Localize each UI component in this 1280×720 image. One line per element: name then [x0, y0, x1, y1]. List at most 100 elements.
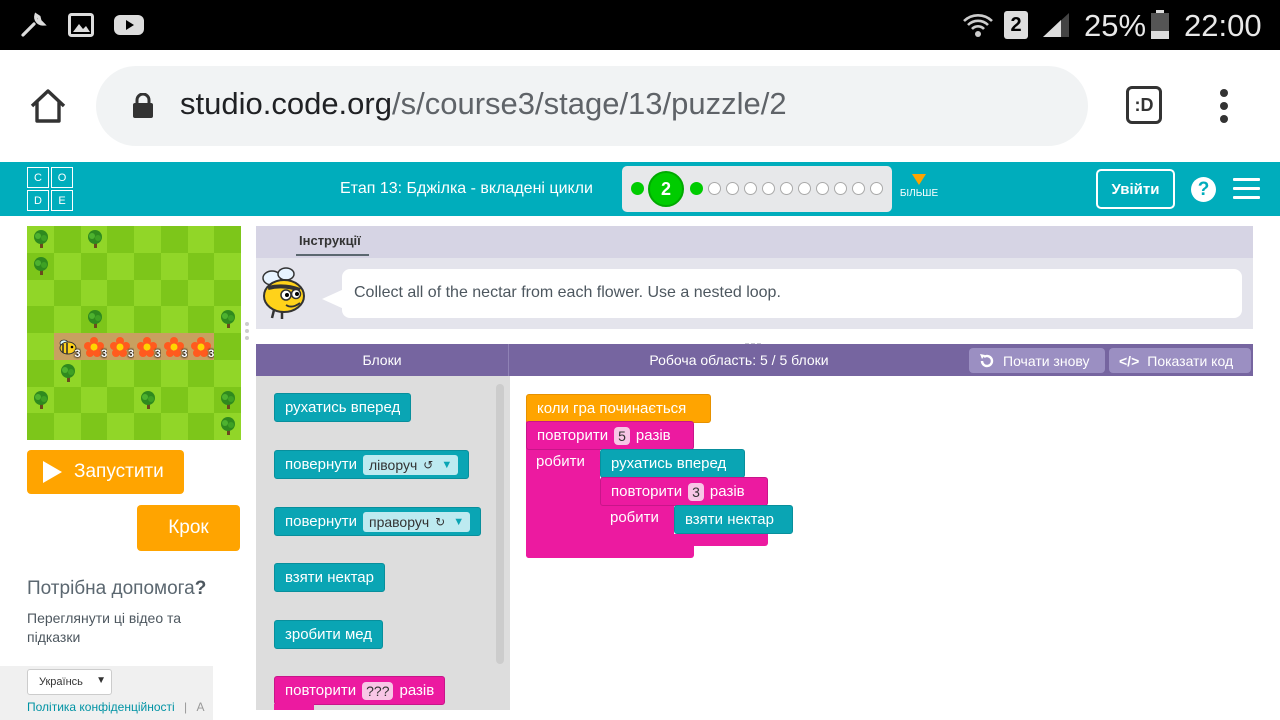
- help-text: Переглянути ці відео та підказки: [27, 610, 182, 645]
- maze-cell: [27, 226, 54, 253]
- move-forward-block[interactable]: рухатись вперед: [600, 449, 745, 478]
- maze-cell: [80, 359, 108, 387]
- maze-cell: [134, 386, 161, 414]
- toolbox-block-get-nectar[interactable]: взяти нектар: [274, 563, 385, 592]
- panel-resize-handle[interactable]: [245, 322, 249, 344]
- turn-direction-dropdown[interactable]: праворуч ↻ ▼: [362, 511, 471, 532]
- progress-dot[interactable]: [834, 182, 847, 195]
- instructions-resize-grip[interactable]: [745, 334, 765, 347]
- step-button[interactable]: Крок: [137, 505, 240, 551]
- outer-repeat-count-field[interactable]: 5: [614, 426, 630, 445]
- maze-cell: 3: [80, 333, 108, 360]
- inner-repeat-block[interactable]: повторити 3 разів: [600, 477, 768, 506]
- progress-dot[interactable]: [708, 182, 721, 195]
- dropdown-value: ліворуч: [368, 456, 418, 473]
- maze-cell: [27, 359, 54, 387]
- browser-toolbar: studio.code.org/s/course3/stage/13/puzzl…: [0, 50, 1280, 162]
- speech-bubble-tail: [322, 289, 344, 309]
- bee-avatar: [260, 264, 308, 320]
- tab-instructions[interactable]: Інструкції: [296, 233, 369, 256]
- help-icon[interactable]: ?: [1191, 177, 1216, 202]
- right-gutter: [1253, 344, 1280, 720]
- toolbox-block-turn-left[interactable]: повернути ліворуч ↺ ▼: [274, 450, 470, 479]
- maze-cell: [214, 333, 241, 360]
- page-footer: Українсь ▼ Політика конфіденційності | А: [0, 666, 213, 720]
- maze-cell: [80, 306, 108, 333]
- restart-button[interactable]: Почати знову: [969, 348, 1105, 373]
- block-label: повернути: [285, 513, 357, 530]
- toolbox-scrollbar[interactable]: [496, 384, 504, 664]
- maze-cell: 3: [160, 333, 188, 360]
- url-host: studio.code.org: [180, 86, 392, 121]
- maze-cell: [53, 252, 81, 280]
- youtube-icon: [112, 10, 146, 40]
- home-icon[interactable]: [28, 86, 68, 126]
- hamburger-menu-icon[interactable]: [1233, 178, 1260, 200]
- get-nectar-block[interactable]: взяти нектар: [674, 505, 793, 534]
- toolbox-block-turn-right[interactable]: повернути праворуч ↻ ▼: [274, 507, 482, 536]
- toolbox-block-repeat[interactable]: повторити ??? разів: [274, 676, 446, 705]
- block-toolbox: рухатись вперед повернути ліворуч ↺ ▼ пове…: [256, 376, 510, 710]
- maze-cell: [27, 386, 54, 414]
- maze-cell: [187, 279, 215, 307]
- current-level-dot[interactable]: 2: [648, 171, 684, 207]
- progress-dot[interactable]: [816, 182, 829, 195]
- sign-in-button[interactable]: Увійти: [1096, 169, 1175, 209]
- maze-cell: [214, 359, 241, 387]
- maze-cell: [27, 306, 54, 333]
- program-workspace[interactable]: коли гра починається повторити 5 разів р…: [510, 376, 1253, 710]
- progress-dot[interactable]: [726, 182, 739, 195]
- maze-cell: [160, 252, 188, 280]
- more-levels-button[interactable]: БІЛЬШЕ: [898, 174, 940, 199]
- maze-cell: [214, 413, 241, 440]
- overflow-menu-icon[interactable]: [1219, 88, 1229, 124]
- progress-dot[interactable]: [798, 182, 811, 195]
- maze-cell: [134, 226, 161, 253]
- address-bar[interactable]: studio.code.org/s/course3/stage/13/puzzl…: [96, 66, 1088, 146]
- help-title: Потрібна допомога?: [27, 578, 206, 600]
- footer-truncated-link[interactable]: А: [196, 700, 204, 714]
- maze-cell: [107, 226, 134, 253]
- progress-dot[interactable]: [870, 182, 883, 195]
- progress-dot[interactable]: [631, 182, 644, 195]
- tab-switcher-icon[interactable]: :D: [1126, 86, 1162, 124]
- language-select[interactable]: Українсь ▼: [27, 669, 112, 695]
- outer-repeat-block[interactable]: повторити 5 разів: [526, 421, 694, 450]
- maze-cell: [53, 386, 81, 414]
- maze-cell: 3: [107, 333, 134, 360]
- dropdown-arrow-icon: ▼: [96, 675, 106, 686]
- progress-dot[interactable]: [780, 182, 793, 195]
- run-button[interactable]: Запустити: [27, 450, 184, 494]
- maze-cell: [80, 386, 108, 414]
- maze-cell: [214, 279, 241, 307]
- show-code-button[interactable]: </> Показати код: [1109, 348, 1251, 373]
- privacy-policy-link[interactable]: Політика конфіденційності: [27, 700, 175, 714]
- signal-icon: [1040, 10, 1074, 40]
- block-label: рухатись вперед: [285, 399, 401, 416]
- show-code-label: Показати код: [1147, 352, 1234, 369]
- url-text[interactable]: studio.code.org/s/course3/stage/13/puzzl…: [180, 86, 787, 122]
- maze-cell: [134, 306, 161, 333]
- level-progress: 2: [622, 166, 892, 212]
- wifi-calling-icon: [960, 10, 996, 40]
- code-org-logo[interactable]: CODE: [27, 167, 73, 211]
- progress-dot[interactable]: [744, 182, 757, 195]
- maze-cell: [53, 413, 81, 440]
- turn-direction-dropdown[interactable]: ліворуч ↺ ▼: [362, 454, 459, 475]
- rotate-left-icon: ↺: [423, 457, 434, 472]
- progress-dot[interactable]: [852, 182, 865, 195]
- when-run-block[interactable]: коли гра починається: [526, 394, 711, 423]
- inner-repeat-count-field[interactable]: 3: [688, 482, 704, 501]
- block-label-suffix: разів: [635, 427, 671, 444]
- repeat-count-field[interactable]: ???: [362, 681, 394, 700]
- inner-repeat-bottom: [600, 534, 768, 546]
- workspace-title: Робоча область: 5 / 5 блоки: [649, 352, 829, 368]
- url-path: /s/course3/stage/13/puzzle/2: [391, 86, 787, 121]
- progress-dot[interactable]: [762, 182, 775, 195]
- toolbox-block-move-forward[interactable]: рухатись вперед: [274, 393, 412, 422]
- progress-dot[interactable]: [690, 182, 703, 195]
- language-value: Українсь: [39, 676, 83, 688]
- toolbox-block-make-honey[interactable]: зробити мед: [274, 620, 384, 649]
- maze-cell: [107, 252, 134, 280]
- instructions-panel: Інструкції Collect all of the nectar fro…: [256, 226, 1253, 329]
